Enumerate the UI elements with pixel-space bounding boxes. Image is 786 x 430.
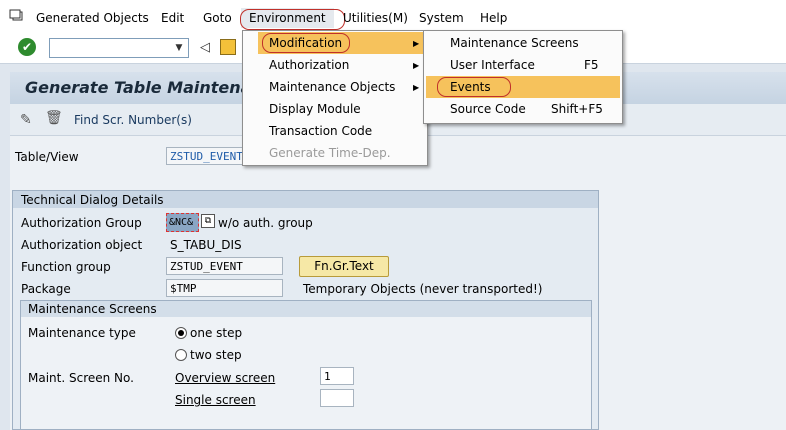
menu-item-authorization[interactable]: Authorization [269,54,349,76]
two-step-label: two step [190,348,242,362]
maint-screens-title: Maintenance Screens [28,302,157,316]
package-label: Package [21,282,71,296]
package-field[interactable]: $TMP [166,279,283,297]
table-view-label: Table/View [15,150,79,164]
page-title: Generate Table Maintena [25,78,252,97]
auth-object-value: S_TABU_DIS [170,238,242,252]
menu-help[interactable]: Help [480,11,507,25]
auth-group-field[interactable]: &NC& [166,213,199,232]
maint-type-label: Maintenance type [28,326,136,340]
auth-group-desc: w/o auth. group [218,216,313,230]
function-group-label: Function group [21,260,111,274]
back-icon[interactable]: ◁ [200,40,210,55]
maint-screen-no-label: Maint. Screen No. [28,371,134,385]
pencil-icon[interactable]: ✎ [20,112,32,128]
command-field[interactable] [49,38,189,58]
menu-goto[interactable]: Goto [203,11,232,25]
chevron-down-icon[interactable]: ▼ [172,41,186,55]
menu-item-maintenance-objects[interactable]: Maintenance Objects [269,76,395,98]
menu-utilities[interactable]: Utilities(M) [343,11,408,25]
one-step-radio[interactable] [175,327,187,339]
menu-item-label: Modification [269,36,343,50]
menu-item-label: Events [450,80,491,94]
check-icon[interactable]: ✔ [18,38,36,56]
single-screen-label: Single screen [175,393,256,407]
group-title: Technical Dialog Details [21,193,164,207]
submenu-arrow-icon: ▶ [413,61,420,70]
submenu-arrow-icon: ▶ [413,39,420,48]
find-screen-numbers-button[interactable]: Find Scr. Number(s) [74,113,192,127]
menu-item-maintenance-screens[interactable]: Maintenance Screens [450,32,579,54]
table-view-field[interactable]: ZSTUD_EVENT [166,147,246,165]
shortcut-shift-f5: Shift+F5 [551,102,603,116]
menu-item-user-interface[interactable]: User Interface [450,54,535,76]
overview-screen-field[interactable]: 1 [320,367,354,385]
menu-item-generate-time-dep: Generate Time-Dep. [269,146,391,160]
auth-object-label: Authorization object [21,238,143,252]
auth-group-label: Authorization Group [21,216,142,230]
menu-system[interactable]: System [419,11,464,25]
value-help-icon[interactable]: ⧉ [201,214,215,228]
maintenance-screens-group [20,300,592,430]
fn-gr-text-button[interactable]: Fn.Gr.Text [299,256,389,277]
submenu-arrow-icon: ▶ [413,83,420,92]
menu-item-events[interactable]: Events [426,76,620,98]
menu-generated-objects[interactable]: Generated Objects [36,11,149,25]
save-icon[interactable] [220,39,236,55]
single-screen-field[interactable] [320,389,354,407]
menu-item-modification[interactable]: Modification [258,32,424,54]
one-step-label: one step [190,326,243,340]
system-menu-icon[interactable] [9,9,23,21]
overview-screen-label: Overview screen [175,371,276,385]
two-step-radio[interactable] [175,349,187,361]
shortcut-f5: F5 [584,58,599,72]
menu-edit[interactable]: Edit [161,11,184,25]
trash-icon[interactable]: 🗑 [45,110,63,126]
function-group-field[interactable]: ZSTUD_EVENT [166,257,283,275]
menu-item-transaction-code[interactable]: Transaction Code [269,120,372,142]
package-desc: Temporary Objects (never transported!) [303,282,543,296]
menu-environment[interactable]: Environment [241,8,334,28]
menu-item-source-code[interactable]: Source Code [450,98,526,120]
menu-item-display-module[interactable]: Display Module [269,98,361,120]
